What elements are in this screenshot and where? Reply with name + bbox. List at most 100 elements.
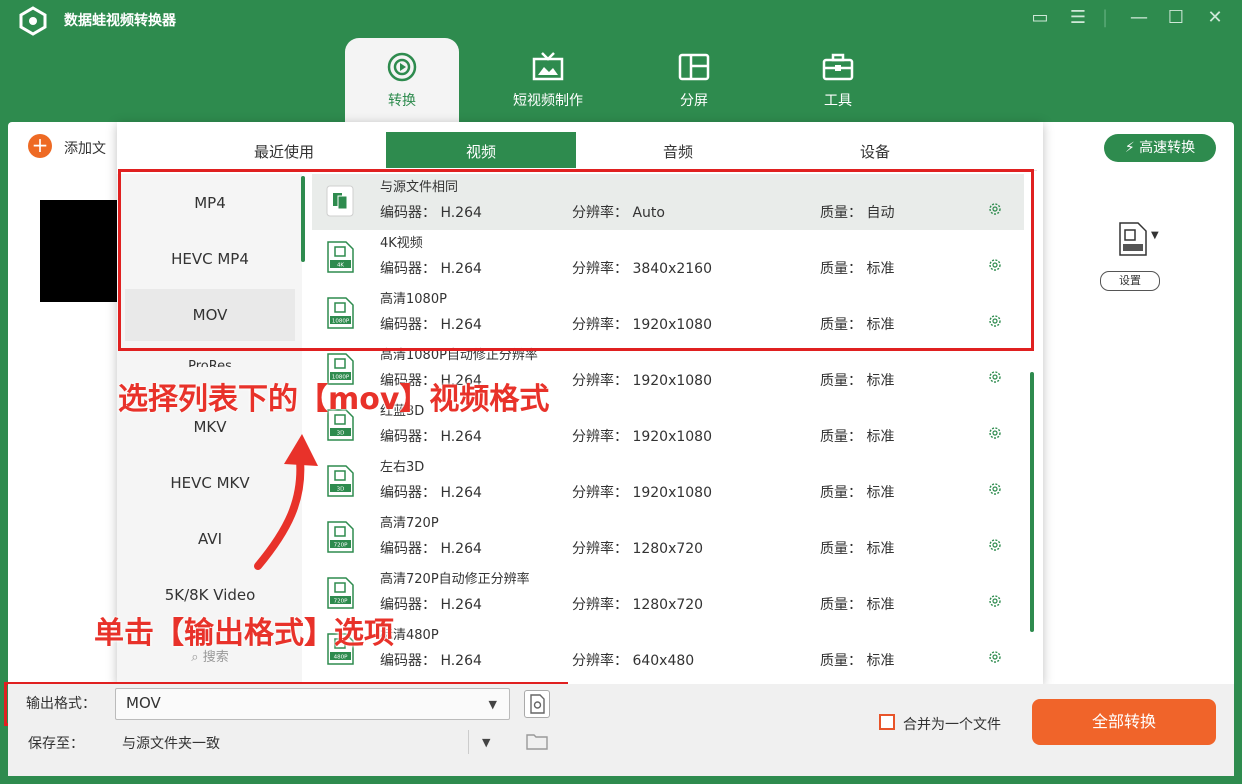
folder-icon[interactable] <box>526 732 548 750</box>
video-format-icon: 4K <box>327 241 354 273</box>
preset-codec: 编码器： H.264 <box>380 317 482 333</box>
gear-icon[interactable] <box>988 650 1002 664</box>
preset-quality: 质量： 标准 <box>820 541 895 557</box>
preset-row[interactable]: 720P 高清720P 编码器： H.264 分辨率： 1280x720 质量： 标准 <box>312 510 1024 566</box>
category-mp4[interactable]: MP4 <box>125 177 295 229</box>
format-tab-device[interactable]: 设备 <box>780 132 970 168</box>
gear-icon[interactable] <box>988 538 1002 552</box>
tv-icon <box>532 52 564 81</box>
preset-name: 与源文件相同 <box>380 180 459 195</box>
preset-name: 左右3D <box>380 460 425 475</box>
preset-name: 高清720P <box>380 516 439 531</box>
preset-badge: 4K <box>337 263 344 269</box>
preset-quality: 质量： 标准 <box>820 485 895 501</box>
output-format-select[interactable]: MOV ▼ <box>115 688 510 720</box>
convert-icon <box>387 52 417 82</box>
save-to-value[interactable]: 与源文件夹一致 <box>122 733 220 753</box>
dropdown-arrow-icon: ▼ <box>488 698 497 711</box>
preset-row[interactable]: 3D 左右3D 编码器： H.264 分辨率： 1920x1080 质量： 标准 <box>312 454 1024 510</box>
preset-resolution: 分辨率： 1280x720 <box>572 541 704 557</box>
output-format-value: MOV <box>126 694 161 712</box>
plus-icon: + <box>28 134 52 158</box>
preset-resolution: 分辨率： 1920x1080 <box>572 485 712 501</box>
category-hevc-mp4[interactable]: HEVC MP4 <box>125 233 295 285</box>
preset-codec: 编码器： H.264 <box>380 205 482 221</box>
preset-badge: 3D <box>337 431 345 437</box>
annotation-click-output: 单击【输出格式】选项 <box>94 616 394 651</box>
category-prores[interactable]: ProRes <box>125 345 295 367</box>
output-format-label: 输出格式： <box>26 696 96 712</box>
tab-convert[interactable]: 转换 <box>345 38 459 122</box>
gear-icon[interactable] <box>988 314 1002 328</box>
gear-icon[interactable] <box>988 482 1002 496</box>
preset-badge: 720P <box>334 543 348 549</box>
preset-resolution: 分辨率： Auto <box>572 205 665 221</box>
video-thumbnail[interactable] <box>40 200 120 302</box>
preset-badge: 1080P <box>332 319 350 325</box>
divider <box>468 730 469 754</box>
preset-row[interactable]: 4K 4K视频 编码器： H.264 分辨率： 3840x2160 质量： 标准 <box>312 230 1024 286</box>
tab-split-screen[interactable]: 分屏 <box>637 38 751 122</box>
gear-icon[interactable] <box>988 426 1002 440</box>
app-title: 数据蛙视频转换器 <box>64 13 176 29</box>
preset-codec: 编码器： H.264 <box>380 261 482 277</box>
format-tab-recent[interactable]: 最近使用 <box>189 132 379 168</box>
fast-convert-button[interactable]: ⚡ 高速转换 <box>1104 134 1216 162</box>
preset-quality: 质量： 标准 <box>820 373 895 389</box>
category-scrollbar[interactable] <box>301 176 305 262</box>
format-tab-video[interactable]: 视频 <box>386 132 576 168</box>
tab-split-screen-label: 分屏 <box>680 93 708 109</box>
save-to-dropdown-icon[interactable]: ▼ <box>482 736 490 749</box>
convert-all-button[interactable]: 全部转换 <box>1032 699 1216 745</box>
add-file-label: 添加文 <box>64 141 106 157</box>
preset-resolution: 分辨率： 1280x720 <box>572 597 704 613</box>
merge-checkbox[interactable] <box>879 714 895 730</box>
annotation-arrow <box>254 434 318 570</box>
preset-badge: 720P <box>334 599 348 605</box>
preset-name: 高清1080P <box>380 292 447 307</box>
gear-icon[interactable] <box>988 370 1002 384</box>
preset-resolution: 分辨率： 1920x1080 <box>572 429 712 445</box>
settings-button[interactable]: 设置 <box>1100 271 1160 291</box>
preset-quality: 质量： 标准 <box>820 597 895 613</box>
preset-quality: 质量： 标准 <box>820 429 895 445</box>
save-to-label: 保存至： <box>28 736 84 752</box>
gear-icon[interactable] <box>988 202 1002 216</box>
preset-quality: 质量： 自动 <box>820 205 895 221</box>
preset-codec: 编码器： H.264 <box>380 653 482 669</box>
close-icon[interactable]: ✕ <box>1202 6 1228 30</box>
feedback-icon[interactable]: ▭ <box>1027 6 1053 30</box>
video-format-icon: 3D <box>327 465 354 497</box>
menu-icon[interactable]: ☰ <box>1065 6 1091 30</box>
preset-codec: 编码器： H.264 <box>380 485 482 501</box>
app-logo-icon <box>19 6 47 36</box>
preset-name: 高清1080P自动修正分辨率 <box>380 348 538 363</box>
preset-row[interactable]: 480P 标清480P 编码器： H.264 分辨率： 640x480 质量： 标准 <box>312 622 1024 678</box>
format-tab-audio[interactable]: 音频 <box>583 132 773 168</box>
preset-row[interactable]: 720P 高清720P自动修正分辨率 编码器： H.264 分辨率： 1280x720… <box>312 566 1024 622</box>
chevron-down-icon[interactable]: ▼ <box>1151 230 1159 241</box>
preset-codec: 编码器： H.264 <box>380 541 482 557</box>
gear-icon[interactable] <box>988 258 1002 272</box>
minimize-icon[interactable]: — <box>1126 6 1152 30</box>
tab-short-video[interactable]: 短视频制作 <box>491 38 605 122</box>
preset-resolution: 分辨率： 1920x1080 <box>572 373 712 389</box>
output-settings-icon[interactable] <box>524 690 550 718</box>
output-format-file-icon[interactable] <box>1116 222 1148 256</box>
preset-resolution: 分辨率： 3840x2160 <box>572 261 712 277</box>
annotation-select-mov: 选择列表下的【mov】视频格式 <box>118 382 550 417</box>
video-format-icon: 720P <box>327 577 354 609</box>
preset-row[interactable]: 与源文件相同编码器： H.264 分辨率： Auto 质量： 自动 <box>312 174 1024 230</box>
maximize-icon[interactable]: ☐ <box>1163 6 1189 30</box>
preset-resolution: 分辨率： 1920x1080 <box>572 317 712 333</box>
tab-tools[interactable]: 工具 <box>781 38 895 122</box>
preset-codec: 编码器： H.264 <box>380 597 482 613</box>
search-icon: ⌕ <box>191 650 199 665</box>
preset-badge: 480P <box>334 655 348 661</box>
preset-codec: 编码器： H.264 <box>380 429 482 445</box>
gear-icon[interactable] <box>988 594 1002 608</box>
preset-quality: 质量： 标准 <box>820 317 895 333</box>
category-mov[interactable]: MOV <box>125 289 295 341</box>
preset-scrollbar[interactable] <box>1030 372 1034 632</box>
preset-row[interactable]: 1080P 高清1080P 编码器： H.264 分辨率： 1920x1080 质量： … <box>312 286 1024 342</box>
